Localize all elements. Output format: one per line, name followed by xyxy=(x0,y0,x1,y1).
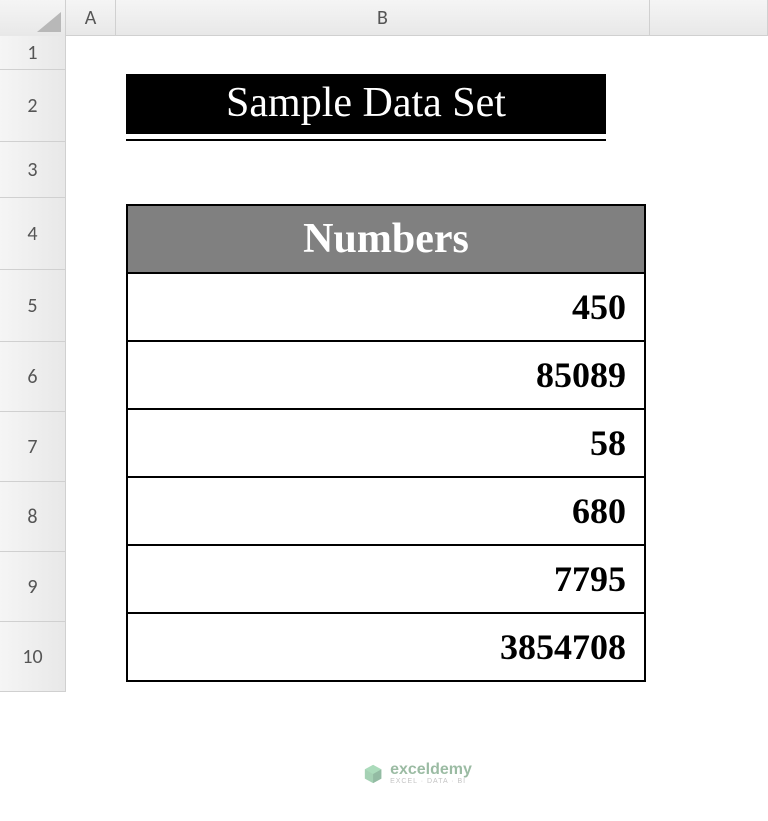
table-row: 680 xyxy=(127,477,645,545)
watermark-tagline: EXCEL · DATA · BI xyxy=(390,778,472,785)
row-header-7[interactable]: 7 xyxy=(0,412,66,482)
row-header-4[interactable]: 4 xyxy=(0,198,66,270)
column-header-b[interactable]: B xyxy=(116,0,650,35)
table-row: 58 xyxy=(127,409,645,477)
table-cell-b10[interactable]: 3854708 xyxy=(127,613,645,681)
table-cell-b8[interactable]: 680 xyxy=(127,477,645,545)
row-header-1[interactable]: 1 xyxy=(0,36,66,70)
table-cell-b7[interactable]: 58 xyxy=(127,409,645,477)
row-header-3[interactable]: 3 xyxy=(0,142,66,198)
table-row: 3854708 xyxy=(127,613,645,681)
title-underline xyxy=(126,139,606,141)
row-header-10[interactable]: 10 xyxy=(0,622,66,692)
table-cell-b6[interactable]: 85089 xyxy=(127,341,645,409)
table-cell-b9[interactable]: 7795 xyxy=(127,545,645,613)
select-all-corner[interactable] xyxy=(0,0,66,36)
row-headers: 1 2 3 4 5 6 7 8 9 10 xyxy=(0,36,66,821)
row-header-5[interactable]: 5 xyxy=(0,270,66,342)
table-cell-b5[interactable]: 450 xyxy=(127,273,645,341)
row-header-8[interactable]: 8 xyxy=(0,482,66,552)
column-header-next[interactable] xyxy=(650,0,768,35)
table-header-numbers[interactable]: Numbers xyxy=(127,205,645,273)
table-header-row: Numbers xyxy=(127,205,645,273)
column-header-a[interactable]: A xyxy=(66,0,116,35)
numbers-table: Numbers 450 85089 58 680 7795 38 xyxy=(126,204,646,682)
content-area[interactable]: Sample Data Set Numbers 450 85089 58 680 xyxy=(66,36,768,821)
row-header-2[interactable]: 2 xyxy=(0,70,66,142)
watermark-brand: exceldemy xyxy=(390,762,472,778)
table-row: 7795 xyxy=(127,545,645,613)
watermark-text: exceldemy EXCEL · DATA · BI xyxy=(390,762,472,785)
table-row: 450 xyxy=(127,273,645,341)
title-banner[interactable]: Sample Data Set xyxy=(126,74,606,134)
spreadsheet: A B 1 2 3 4 5 6 7 8 9 10 Sample Data Set… xyxy=(0,0,768,821)
table-row: 85089 xyxy=(127,341,645,409)
row-header-6[interactable]: 6 xyxy=(0,342,66,412)
select-all-triangle-icon xyxy=(37,12,61,32)
body-area: 1 2 3 4 5 6 7 8 9 10 Sample Data Set Num… xyxy=(0,36,768,821)
watermark: exceldemy EXCEL · DATA · BI xyxy=(362,762,472,785)
row-header-9[interactable]: 9 xyxy=(0,552,66,622)
cube-icon xyxy=(362,763,384,785)
column-headers-row: A B xyxy=(0,0,768,36)
